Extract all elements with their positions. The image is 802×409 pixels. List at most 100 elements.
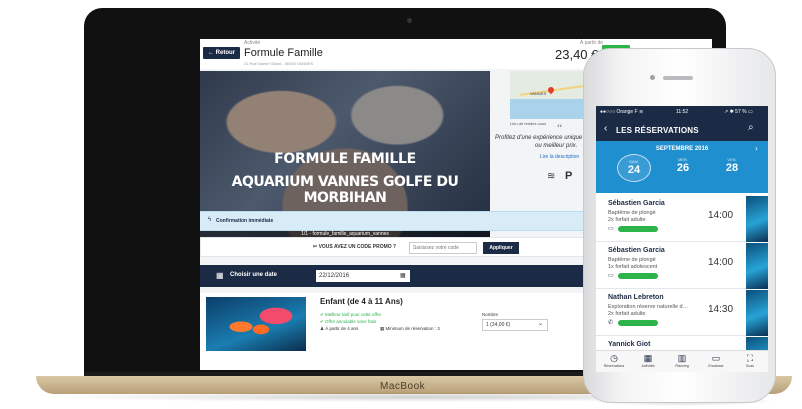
tab-activities[interactable]: ▦ Activités — [633, 353, 663, 368]
tab-label: Planning — [675, 364, 689, 368]
map-caption: Lieu de rendez-vous — [510, 121, 547, 126]
quantity: 2x forfait adulte — [608, 311, 646, 317]
day-number: 24 — [627, 164, 641, 176]
tab-bar: ◷ Réservations ▦ Activités ▥ Planning ▭ … — [596, 350, 768, 372]
offer-feature: ✔ Offre annulable sans frais — [320, 319, 377, 324]
quote-line2: ou meilleur prix. — [535, 143, 578, 149]
scan-icon: ⛶ — [746, 353, 754, 363]
choose-date-label: Choisir une date — [230, 272, 278, 278]
phone-icon: ✆ — [608, 320, 614, 326]
status-badge — [618, 226, 658, 232]
read-description-link[interactable]: Lire la description — [540, 154, 579, 160]
tab-planning[interactable]: ▥ Planning — [667, 353, 697, 368]
hero-title-line1: FORMULE FAMILLE — [274, 151, 416, 167]
reservation-item[interactable]: Nathan Lebreton Exploration réserve natu… — [596, 290, 746, 336]
activity-thumbnail — [746, 196, 768, 242]
price-prefix: À partir de — [580, 40, 604, 46]
carrier-status: ●●○○○ Orange F ≋ — [600, 109, 644, 115]
phone-front-camera — [650, 75, 655, 80]
activity-name: Baptême de plongé — [608, 257, 656, 263]
quote-line1: Profitez d'une expérience unique — [495, 135, 583, 141]
lightning-icon: ϟ — [208, 217, 212, 223]
calendar-icon: ▦ — [216, 271, 224, 280]
address: 21 Rue Daniel Gilard - 56000 VANNES — [244, 61, 314, 66]
customer-name: Nathan Lebreton — [608, 294, 664, 301]
bar-chart-icon: ▥ — [677, 353, 687, 363]
day-name: VEN. — [727, 157, 737, 162]
nav-bar: ‹ LES RÉSERVATIONS ⌕ — [596, 118, 768, 141]
calendar-strip: SEPTEMBRE 2016 › SAM. 24 MER. 26 VEN. 28 — [596, 141, 768, 193]
tab-reservations[interactable]: ◷ Réservations — [599, 353, 629, 368]
laptop-camera — [407, 18, 412, 23]
activity-thumbnail — [746, 243, 768, 289]
quantity: 2x forfait adulte — [608, 217, 646, 223]
chevron-right-icon[interactable]: › — [755, 144, 758, 153]
offer-image — [206, 297, 306, 351]
calendar-day-selected[interactable]: SAM. 24 — [617, 154, 651, 182]
day-name: SAM. — [629, 159, 639, 164]
activity-name: Baptême de plongé — [608, 210, 656, 216]
day-number: 26 — [676, 162, 690, 174]
date-picker-icon[interactable]: ▦ — [400, 272, 406, 279]
stage: ← Retour Activité Formule Famille 21 Rue… — [0, 0, 802, 409]
apply-promo-button[interactable]: Appliquer — [483, 242, 519, 254]
confirmation-label: Confirmation immédiate — [216, 218, 274, 224]
offer-card: Enfant (de 4 à 11 Ans) ✔ Meilleur tarif … — [200, 293, 590, 370]
customer-name: Yannick Giot — [608, 341, 651, 348]
calendar-day[interactable]: VEN. 28 — [715, 157, 749, 174]
status-badge — [618, 320, 658, 326]
chevron-down-icon[interactable]: ⌄ — [538, 320, 543, 327]
promo-code-bar: ✂ VOUS AVEZ UN CODE PROMO ? Appliquer — [200, 237, 590, 257]
back-chevron-icon[interactable]: ‹ — [604, 123, 607, 134]
tab-label: Activités — [641, 364, 655, 368]
battery-status: ↗ ✱ 57 % ▭ — [724, 109, 753, 115]
promo-code-input[interactable] — [409, 242, 477, 254]
tab-label: Réservations — [603, 364, 625, 368]
customer-name: Sébastien Garcia — [608, 247, 665, 254]
day-number: 28 — [725, 162, 739, 174]
reservation-time: 14:30 — [708, 304, 734, 315]
laptop-brand-label: MacBook — [380, 381, 426, 392]
card-icon: ▭ — [711, 353, 721, 363]
tab-encaisser[interactable]: ▭ Encaisser — [701, 353, 731, 368]
tab-scan[interactable]: ⛶ Scan — [735, 353, 765, 368]
reservation-time: 14:00 — [708, 257, 734, 268]
wifi-icon: ≋ — [547, 171, 556, 182]
reservation-item[interactable]: Sébastien Garcia Baptême de plongé 1x fo… — [596, 243, 746, 289]
clock-icon: ◷ — [610, 353, 618, 363]
tab-label: Encaisser — [708, 364, 724, 368]
phone-speaker — [663, 76, 693, 80]
number-label: Nombre — [482, 312, 499, 317]
activity-name: Exploration réserve naturelle d… — [608, 304, 689, 310]
offer-min-age: ♟ À partir de 4 ans — [320, 326, 359, 331]
laptop-icon: ▭ — [608, 273, 614, 279]
activity-thumbnail — [746, 290, 768, 336]
back-button[interactable]: ← Retour — [203, 47, 240, 59]
laptop-icon: ▭ — [608, 226, 614, 232]
map-pin-icon — [546, 85, 556, 95]
status-time: 11:52 — [676, 109, 689, 115]
day-name: MER. — [678, 157, 688, 162]
hero-title-line2: AQUARIUM VANNES GOLFE DU MORBIHAN — [231, 174, 459, 206]
map-water — [510, 99, 590, 119]
date-picker-bar: ▦ Choisir une date 22/12/2016 ▦ — [200, 265, 590, 287]
customer-name: Sébastien Garcia — [608, 200, 665, 207]
date-input[interactable]: 22/12/2016 — [316, 270, 410, 282]
calendar-icon: ▦ — [643, 353, 653, 363]
calendar-month: SEPTEMBRE 2016 — [655, 146, 709, 152]
promo-label: ✂ VOUS AVEZ UN CODE PROMO ? — [313, 244, 397, 250]
status-badge — [618, 273, 658, 279]
breadcrumb: Activité — [244, 40, 261, 46]
tab-label: Scan — [746, 364, 754, 368]
calendar-day[interactable]: MER. 26 — [666, 157, 700, 174]
reservation-time: 14:00 — [708, 210, 734, 221]
phone-screen: ●●○○○ Orange F ≋ 11:52 ↗ ✱ 57 % ▭ ‹ LES … — [596, 106, 768, 372]
map-town-label: VANNES — [530, 91, 547, 96]
quantity: 1x forfait adolescent — [608, 264, 658, 270]
reservation-item[interactable]: Sébastien Garcia Baptême de plongé 2x fo… — [596, 196, 746, 242]
location-map[interactable]: VANNES — [510, 71, 590, 119]
search-icon[interactable]: ⌕ — [748, 122, 754, 133]
nav-title: LES RÉSERVATIONS — [616, 126, 699, 135]
status-bar: ●●○○○ Orange F ≋ 11:52 ↗ ✱ 57 % ▭ — [596, 106, 768, 118]
offer-feature: ✔ Meilleur tarif pour cette offre — [320, 312, 381, 317]
